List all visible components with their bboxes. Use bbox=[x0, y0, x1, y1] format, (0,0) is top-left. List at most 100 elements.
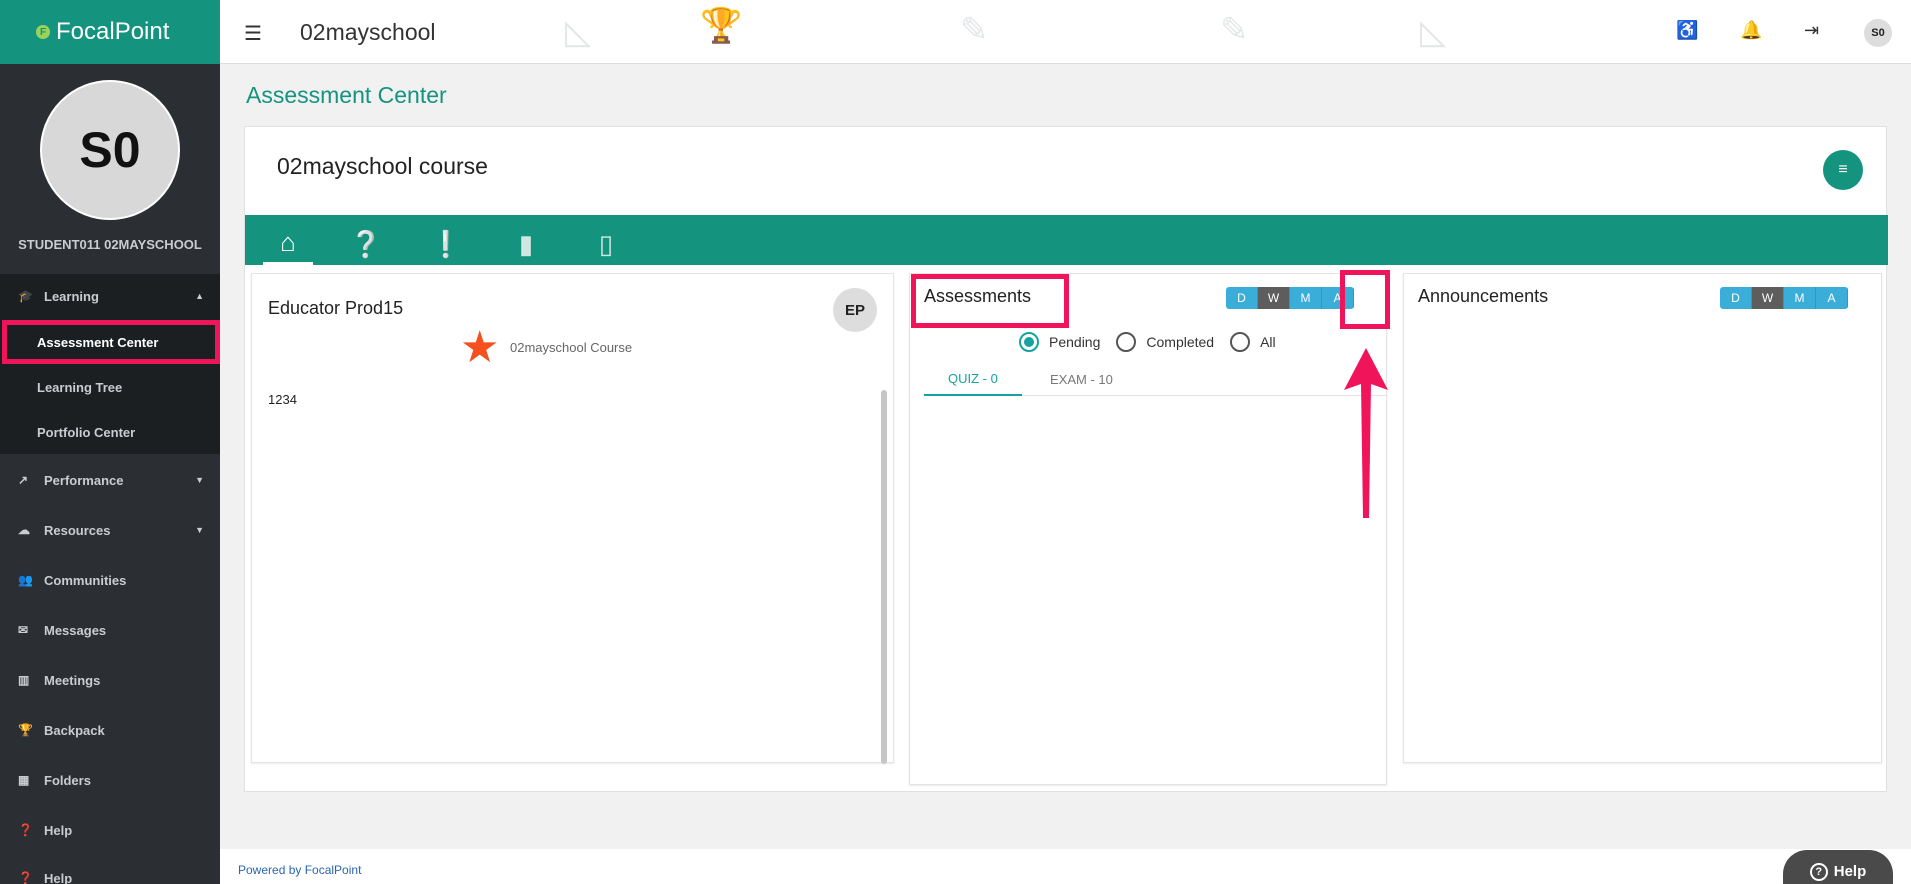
ann-filter-day-button[interactable]: D bbox=[1720, 287, 1752, 309]
all-label: All bbox=[1260, 334, 1276, 350]
filter-week-button[interactable]: W bbox=[1258, 287, 1290, 309]
top-bar: ◺ 🏆 ✎ ✎ ◺ ☰ 02mayschool ♿ 🔔 ⇥ S0 bbox=[220, 0, 1911, 64]
graduation-cap-icon: 🎓 bbox=[18, 289, 33, 303]
chevron-up-icon: ▲ bbox=[195, 291, 204, 301]
logout-icon[interactable]: ⇥ bbox=[1804, 20, 1819, 41]
all-radio[interactable] bbox=[1230, 332, 1251, 352]
announcements-title: Announcements bbox=[1418, 286, 1549, 306]
nav-performance-label: Performance bbox=[44, 472, 124, 488]
bell-icon[interactable]: 🔔 bbox=[1740, 20, 1762, 41]
help-circle-icon: ❓ bbox=[18, 871, 33, 884]
sidebar: F FocalPoint S0 STUDENT011 02MAYSCHOOL 🎓… bbox=[0, 0, 220, 884]
pending-label: Pending bbox=[1049, 334, 1101, 350]
mail-icon: ✉ bbox=[18, 623, 29, 637]
pointer-arrow-icon bbox=[1344, 348, 1388, 518]
nav-learning-tree[interactable]: Learning Tree bbox=[37, 380, 122, 395]
course-menu-button[interactable]: ≡ bbox=[1823, 150, 1863, 190]
nav-messages[interactable]: ✉ Messages bbox=[0, 605, 220, 655]
tab-quiz-count[interactable]: QUIZ - 0 bbox=[924, 362, 1022, 396]
triangle-ruler-icon: ◺ bbox=[1420, 13, 1447, 51]
status-radios: Pending Completed All bbox=[1019, 332, 1292, 352]
nav-folders[interactable]: ▦ Folders bbox=[0, 755, 220, 805]
trophy-icon: 🏆 bbox=[18, 723, 33, 737]
nav-portfolio-center[interactable]: Portfolio Center bbox=[37, 425, 135, 440]
trophy-deco-icon: 🏆 bbox=[700, 7, 743, 45]
educator-avatar[interactable]: EP bbox=[833, 288, 877, 332]
nav-assessment-center[interactable]: Assessment Center bbox=[2, 320, 220, 364]
nav-meetings[interactable]: ▥ Meetings bbox=[0, 655, 220, 705]
tab-stats[interactable]: ▮ bbox=[501, 223, 551, 265]
question-circle-icon: ? bbox=[1809, 863, 1828, 881]
help-button-label: Help bbox=[1833, 863, 1867, 880]
course-tab-bar: ⌂ ❔ ❕ ▮ ▯ bbox=[245, 215, 1888, 265]
educator-course: 02mayschool Course bbox=[510, 340, 633, 355]
tab-exit[interactable]: ▯ bbox=[581, 223, 631, 265]
assessments-filter: D W M A bbox=[1226, 287, 1354, 309]
nav-help[interactable]: ❓ Help bbox=[0, 805, 220, 855]
page-title: Assessment Center bbox=[246, 82, 447, 108]
user-avatar[interactable]: S0 bbox=[40, 80, 180, 220]
bar-chart-icon: ▮ bbox=[518, 228, 534, 259]
nav-learning[interactable]: 🎓 Learning ▲ bbox=[0, 271, 220, 321]
completed-label: Completed bbox=[1146, 334, 1215, 350]
tab-exam-count[interactable]: EXAM - 10 bbox=[1026, 362, 1137, 396]
people-icon: 👥 bbox=[18, 573, 33, 587]
footer bbox=[220, 849, 1911, 884]
filter-month-button[interactable]: M bbox=[1290, 287, 1322, 309]
nav-meetings-label: Meetings bbox=[44, 672, 101, 688]
accessibility-icon[interactable]: ♿ bbox=[1676, 20, 1698, 41]
star-icon: ★ bbox=[460, 323, 500, 372]
tab-home[interactable]: ⌂ bbox=[263, 223, 313, 265]
nav-communities[interactable]: 👥 Communities bbox=[0, 555, 220, 605]
tab-quiz[interactable]: ❔ bbox=[341, 223, 391, 265]
question-icon: ❔ bbox=[349, 228, 383, 259]
pencil-icon: ✎ bbox=[1220, 11, 1249, 49]
ann-filter-all-button[interactable]: A bbox=[1816, 287, 1848, 309]
nav-backpack-label: Backpack bbox=[44, 722, 105, 738]
tab-alerts[interactable]: ❕ bbox=[421, 223, 471, 265]
logo[interactable]: F FocalPoint bbox=[0, 0, 220, 64]
help-button[interactable]: ? Help bbox=[1783, 850, 1893, 884]
nav-help-2-label: Help bbox=[44, 870, 73, 884]
course-card: 02mayschool course ≡ ⌂ ❔ ❕ ▮ ▯ Educator … bbox=[244, 126, 1888, 792]
chevron-down-icon: ▼ bbox=[195, 475, 204, 485]
nav-communities-label: Communities bbox=[44, 572, 127, 588]
nav-backpack[interactable]: 🏆 Backpack bbox=[0, 705, 220, 755]
help-circle-icon: ❓ bbox=[18, 823, 33, 837]
assessment-tabs: QUIZ - 0 EXAM - 10 bbox=[924, 362, 1386, 396]
nav-help-2[interactable]: ❓ Help bbox=[0, 853, 220, 884]
trending-up-icon: ↗ bbox=[18, 473, 29, 487]
exclamation-icon: ❕ bbox=[429, 228, 463, 259]
home-icon: ⌂ bbox=[280, 227, 296, 257]
educator-note: 1234 bbox=[268, 392, 297, 407]
nav-help-label: Help bbox=[44, 822, 73, 838]
pending-radio[interactable] bbox=[1019, 332, 1039, 352]
powered-by-link[interactable]: Powered by FocalPoint bbox=[238, 863, 361, 877]
nav-resources[interactable]: ☁ Resources ▼ bbox=[0, 505, 220, 555]
ruler-icon: ✎ bbox=[960, 11, 989, 49]
assessments-panel: Assessments D W M A Pending Completed Al… bbox=[909, 273, 1387, 785]
educator-panel: Educator Prod15 EP ★ 02mayschool Course … bbox=[251, 273, 894, 764]
school-title: 02mayschool bbox=[300, 19, 436, 45]
menu-toggle-icon[interactable]: ☰ bbox=[244, 21, 262, 46]
building-icon: ▥ bbox=[18, 673, 30, 687]
brand-name: FocalPoint bbox=[56, 18, 170, 45]
educator-name: Educator Prod15 bbox=[268, 298, 404, 318]
course-title: 02mayschool course bbox=[277, 153, 488, 179]
nav-learning-label: Learning bbox=[44, 288, 99, 304]
announcements-panel: Announcements D W M A bbox=[1403, 273, 1882, 763]
ann-filter-week-button[interactable]: W bbox=[1752, 287, 1784, 309]
scrollbar[interactable] bbox=[881, 390, 887, 764]
filter-day-button[interactable]: D bbox=[1226, 287, 1258, 309]
completed-radio[interactable] bbox=[1116, 332, 1137, 352]
folders-icon: ▦ bbox=[18, 773, 30, 787]
nav-performance[interactable]: ↗ Performance ▼ bbox=[0, 455, 220, 505]
logo-mark-icon: F bbox=[36, 25, 50, 39]
ann-filter-month-button[interactable]: M bbox=[1784, 287, 1816, 309]
highlight-assessments-title bbox=[911, 274, 1069, 328]
door-icon: ▯ bbox=[598, 228, 614, 259]
nav-resources-label: Resources bbox=[44, 522, 111, 538]
nav-folders-label: Folders bbox=[44, 772, 91, 788]
header-avatar[interactable]: S0 bbox=[1864, 19, 1892, 47]
triangle-ruler-icon: ◺ bbox=[565, 13, 592, 51]
